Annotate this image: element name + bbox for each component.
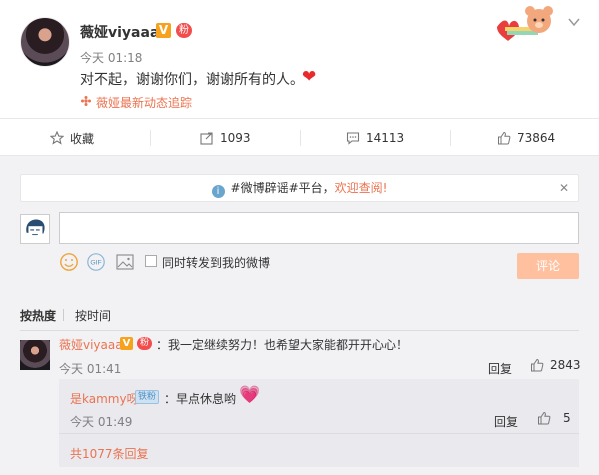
post-content: 对不起，谢谢你们，谢谢所有的人。 bbox=[80, 72, 304, 88]
my-avatar[interactable] bbox=[20, 214, 50, 244]
trace-link[interactable]: 薇娅最新动态追踪 bbox=[80, 94, 192, 111]
like-button[interactable]: 73864 bbox=[497, 119, 555, 157]
subreply-like-count: 5 bbox=[563, 411, 571, 425]
post-action-bar: 收藏 1093 14113 73864 bbox=[0, 118, 599, 156]
gif-icon[interactable]: GIF bbox=[86, 252, 106, 272]
comment-text: ：我一定继续努力！也希望大家能都开开心心！ bbox=[156, 338, 409, 352]
post-time[interactable]: 今天 01:18 bbox=[80, 49, 142, 66]
thumbs-up-icon bbox=[498, 131, 511, 145]
comment-like-count: 2843 bbox=[550, 358, 581, 372]
red-heart-emoji: ❤ bbox=[302, 67, 317, 87]
comment-input[interactable] bbox=[59, 212, 579, 244]
post-author-name[interactable]: 薇娅viyaaa bbox=[80, 22, 159, 42]
repost-icon bbox=[200, 132, 213, 145]
comment-count: 14113 bbox=[366, 131, 405, 145]
comment-sort-tabs: 按热度 按时间 bbox=[0, 307, 599, 331]
repost-count: 1093 bbox=[220, 131, 251, 145]
close-icon[interactable]: ✕ bbox=[559, 175, 569, 201]
subreply-like-button[interactable]: 5 bbox=[537, 411, 571, 425]
iron-fan-badge[interactable]: 铁粉 bbox=[135, 390, 159, 404]
action-divider bbox=[300, 130, 301, 146]
favorite-label: 收藏 bbox=[70, 131, 95, 146]
action-divider bbox=[450, 130, 451, 146]
comment-reply-button[interactable]: 回复 bbox=[488, 360, 512, 377]
verified-v-badge[interactable]: V bbox=[156, 23, 171, 38]
author-avatar[interactable] bbox=[20, 17, 70, 67]
fan-badge-icon[interactable]: 粉 bbox=[176, 23, 192, 38]
image-icon[interactable] bbox=[115, 252, 135, 272]
subreply-divider bbox=[59, 433, 579, 434]
sort-underline bbox=[20, 330, 579, 331]
comment-submit-button[interactable]: 评论 bbox=[517, 253, 579, 279]
like-count: 73864 bbox=[517, 131, 556, 145]
subreply-author-name[interactable]: 是kammy呀 bbox=[70, 390, 139, 407]
subreply-text: ：早点休息哟 bbox=[164, 392, 237, 406]
notice-prefix: #微博辟谣#平台， bbox=[230, 181, 335, 195]
favorite-button[interactable]: 收藏 bbox=[50, 119, 94, 157]
repost-checkbox-label[interactable]: 同时转发到我的微博 bbox=[162, 254, 270, 271]
rumor-notice-bar: i #微博辟谣#平台，欢迎查阅! ✕ bbox=[20, 174, 579, 202]
comment-author-avatar[interactable] bbox=[20, 340, 50, 370]
thumbs-up-icon bbox=[531, 358, 544, 372]
emoji-icon[interactable] bbox=[59, 252, 79, 272]
comment-icon bbox=[346, 132, 360, 145]
chevron-down-icon[interactable] bbox=[567, 15, 581, 29]
sort-by-time-tab[interactable]: 按时间 bbox=[75, 307, 111, 324]
flower-icon bbox=[81, 96, 91, 106]
subreply-reply-button[interactable]: 回复 bbox=[494, 413, 518, 430]
star-icon bbox=[50, 131, 64, 145]
more-replies-link[interactable]: 共1077条回复 bbox=[70, 445, 149, 462]
pink-heart-emoji: 💗 bbox=[239, 385, 261, 405]
comment-button[interactable]: 14113 bbox=[346, 119, 404, 157]
repost-checkbox[interactable] bbox=[145, 255, 157, 267]
comment-fan-badge-icon[interactable]: 粉 bbox=[137, 337, 152, 350]
info-icon: i bbox=[211, 185, 225, 198]
comment-like-button[interactable]: 2843 bbox=[530, 358, 581, 372]
sort-by-hot-tab[interactable]: 按热度 bbox=[20, 307, 56, 324]
action-divider bbox=[150, 130, 151, 146]
notice-link[interactable]: 欢迎查阅! bbox=[335, 181, 388, 195]
bear-card-decoration-icon bbox=[497, 6, 553, 41]
gif-label: GIF bbox=[90, 260, 101, 267]
comment-time: 今天 01:41 bbox=[59, 362, 122, 376]
trace-link-label: 薇娅最新动态追踪 bbox=[96, 96, 193, 110]
weibo-post: 薇娅viyaaa V 粉 今天 01:18 对不起，谢谢你们，谢谢所有的人。 ❤… bbox=[0, 0, 599, 118]
comment-verified-v-badge[interactable]: V bbox=[120, 337, 133, 350]
sort-divider bbox=[63, 309, 64, 321]
repost-button[interactable]: 1093 bbox=[200, 119, 251, 157]
subreply-time: 今天 01:49 bbox=[70, 415, 133, 429]
thumbs-up-icon bbox=[538, 411, 551, 425]
comment-author-name[interactable]: 薇娅viyaaa bbox=[59, 336, 123, 353]
